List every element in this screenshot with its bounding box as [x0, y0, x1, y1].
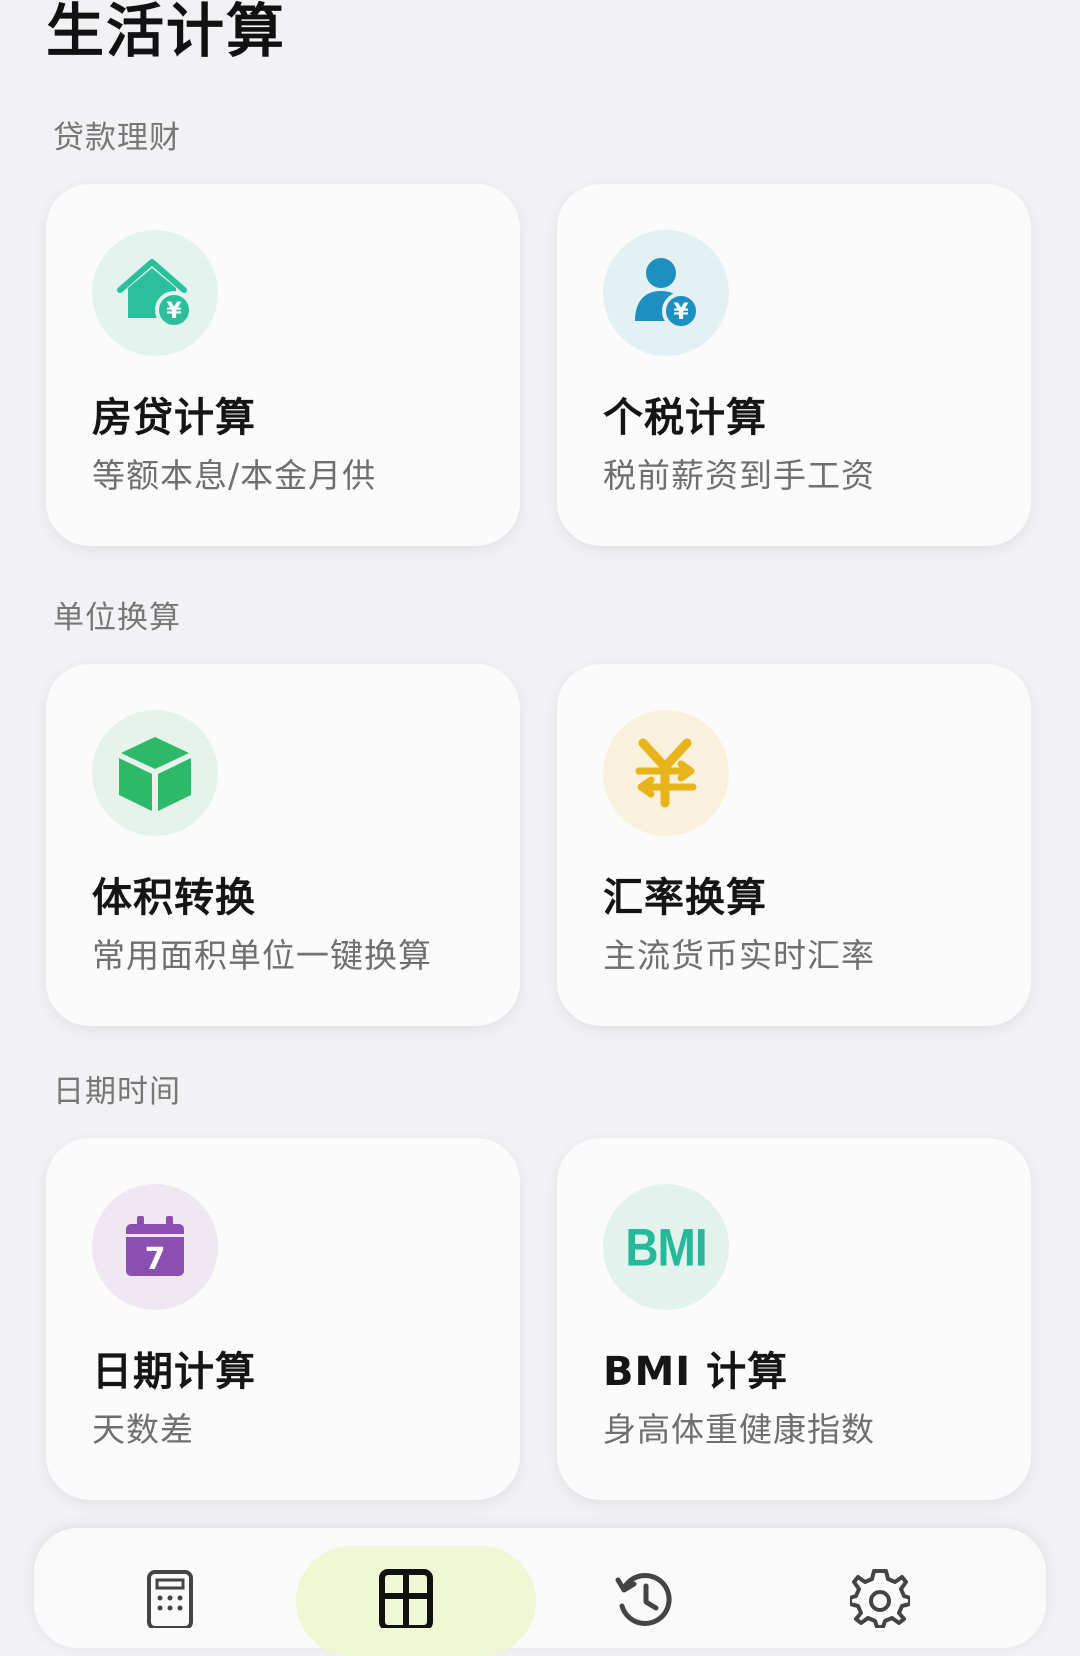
- settings-gear-icon: [850, 1569, 910, 1628]
- bottom-nav: [34, 1528, 1046, 1656]
- history-icon: [615, 1573, 672, 1626]
- nav-item-history[interactable]: [614, 1568, 674, 1628]
- section-title-units: 单位换算: [53, 600, 181, 636]
- card-title: 房贷计算: [92, 395, 256, 441]
- card-title: 日期计算: [92, 1349, 256, 1395]
- person-yuan-icon: ¥: [603, 230, 729, 356]
- nav-item-settings[interactable]: [850, 1568, 910, 1628]
- bmi-calculation-card[interactable]: BMI BMI 计算 身高体重健康指数: [557, 1138, 1031, 1500]
- section-title-datetime: 日期时间: [53, 1074, 181, 1110]
- volume-conversion-card[interactable]: 体积转换 常用面积单位一键换算: [46, 664, 520, 1026]
- card-subtitle: 等额本息/本金月供: [92, 456, 377, 495]
- bmi-icon-text: BMI: [625, 1217, 707, 1277]
- mortgage-card[interactable]: ¥ 房贷计算 等额本息/本金月供: [46, 184, 520, 546]
- card-title: 体积转换: [92, 875, 256, 921]
- grid-icon: [379, 1569, 433, 1628]
- house-yuan-icon: ¥: [92, 230, 218, 356]
- date-calculation-card[interactable]: 7 日期计算 天数差: [46, 1138, 520, 1500]
- card-subtitle: 税前薪资到手工资: [603, 456, 875, 495]
- nav-item-grid[interactable]: [376, 1568, 436, 1628]
- section-title-loans: 贷款理财: [53, 120, 181, 156]
- nav-item-calculator[interactable]: [140, 1568, 200, 1628]
- card-title: 个税计算: [603, 395, 767, 441]
- calendar-icon: 7: [92, 1184, 218, 1310]
- card-subtitle: 常用面积单位一键换算: [92, 936, 432, 975]
- yuan-exchange-icon: [603, 710, 729, 836]
- income-tax-card[interactable]: ¥ 个税计算 税前薪资到手工资: [557, 184, 1031, 546]
- calendar-day-text: 7: [145, 1242, 166, 1277]
- card-title: 汇率换算: [603, 875, 767, 921]
- svg-text:¥: ¥: [166, 299, 182, 324]
- svg-text:¥: ¥: [673, 300, 689, 325]
- card-title: BMI 计算: [603, 1349, 789, 1395]
- card-subtitle: 主流货币实时汇率: [603, 936, 875, 975]
- card-subtitle: 天数差: [92, 1410, 194, 1449]
- card-subtitle: 身高体重健康指数: [603, 1410, 875, 1449]
- cube-icon: [92, 710, 218, 836]
- page-title: 生活计算: [46, 0, 287, 65]
- exchange-rate-card[interactable]: 汇率换算 主流货币实时汇率: [557, 664, 1031, 1026]
- calculator-icon: [147, 1570, 193, 1628]
- bmi-icon: BMI: [603, 1184, 729, 1310]
